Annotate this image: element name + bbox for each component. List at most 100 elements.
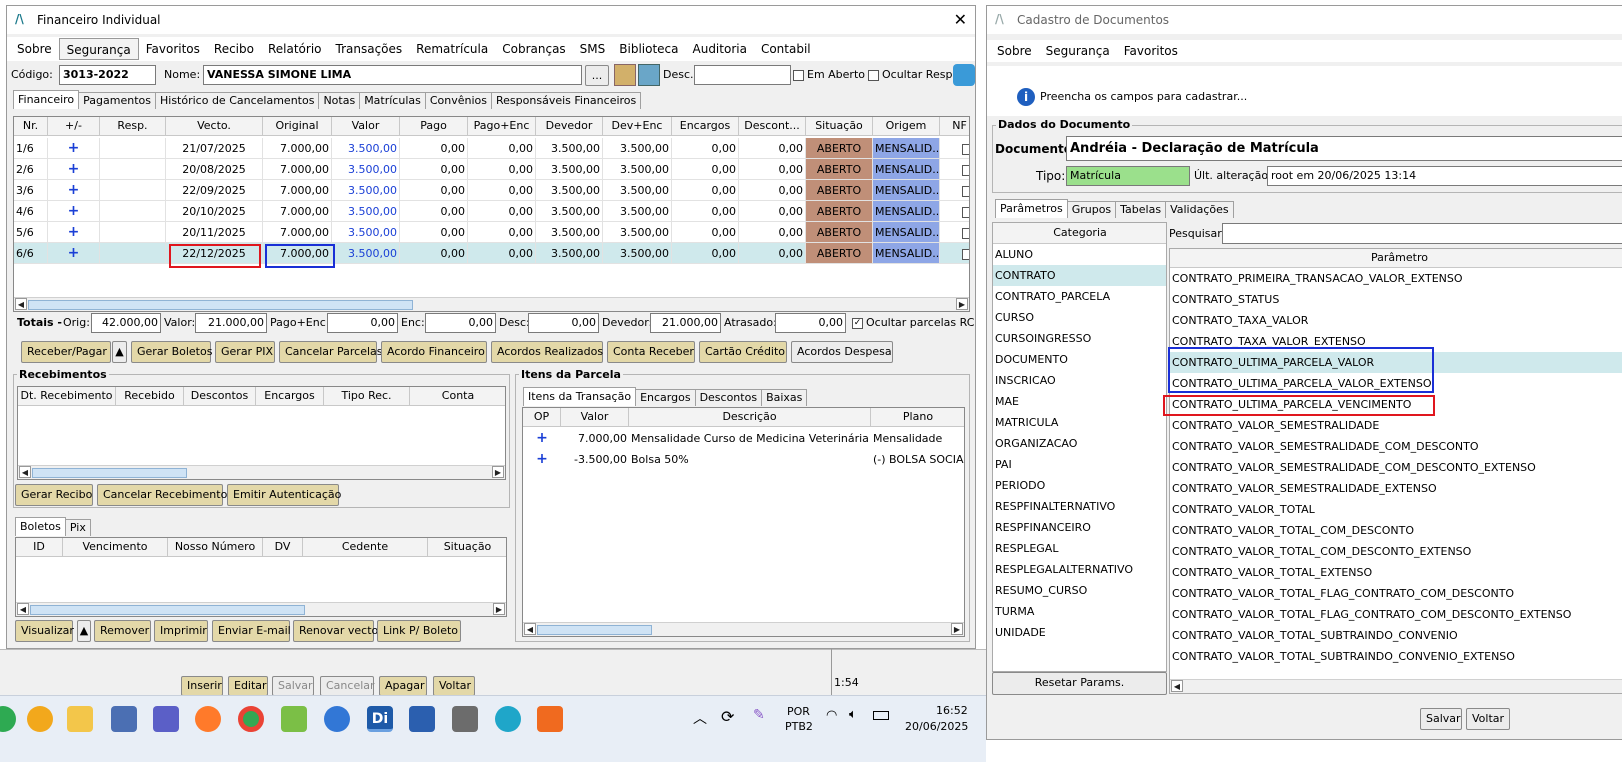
expand-plus-icon[interactable]: +	[48, 201, 100, 222]
grid-cell-pago[interactable]: 0,00	[400, 180, 468, 201]
grid-cell-origem[interactable]: MENSALID...	[873, 243, 940, 264]
parametro-item[interactable]: CONTRATO_VALOR_SEMESTRALIDADE_EXTENSO	[1170, 478, 1622, 499]
grid-cell-encargos[interactable]: 0,00	[672, 138, 739, 159]
grid-cell-pagoenc[interactable]: 0,00	[468, 180, 536, 201]
categoria-item[interactable]: RESPLEGALALTERNATIVO	[993, 559, 1166, 580]
salvar-button[interactable]: Salvar	[1420, 708, 1462, 730]
nf-checkbox[interactable]	[940, 222, 969, 243]
grid-cell-encargos[interactable]: 0,00	[672, 201, 739, 222]
grid-cell-devedor[interactable]: 3.500,00	[536, 180, 603, 201]
word-icon[interactable]	[409, 706, 435, 732]
parametro-item[interactable]: CONTRATO_VALOR_SEMESTRALIDADE_COM_DESCON…	[1170, 457, 1622, 478]
grid-cell-desc[interactable]: 0,00	[739, 222, 806, 243]
menu-7[interactable]: Cobranças	[495, 38, 572, 60]
action-button-8[interactable]: Acordos Despesa	[791, 341, 893, 363]
expand-plus-icon[interactable]: +	[48, 222, 100, 243]
grid-cell-desc[interactable]: 0,00	[739, 159, 806, 180]
nf-checkbox[interactable]	[940, 201, 969, 222]
clock-date[interactable]: 20/06/2025	[905, 720, 968, 733]
codigo-field[interactable]: 3013-2022	[59, 65, 156, 85]
nf-box[interactable]	[962, 227, 969, 239]
grid-cell-original[interactable]: 7.000,00	[263, 180, 332, 201]
scroll-left-icon[interactable]: ◀	[17, 603, 29, 615]
grid-cell-situacao[interactable]: ABERTO	[806, 159, 873, 180]
scroll-thumb[interactable]	[28, 300, 413, 310]
firefox-icon[interactable]	[195, 706, 221, 732]
parametro-item[interactable]: CONTRATO_VALOR_TOTAL_FLAG_CONTRATO_COM_D…	[1170, 604, 1622, 625]
edge-icon[interactable]	[495, 706, 521, 732]
tab-rtabs-1[interactable]: Grupos	[1066, 201, 1117, 218]
parametro-item[interactable]: CONTRATO_VALOR_TOTAL_COM_DESCONTO_EXTENS…	[1170, 541, 1622, 562]
parametro-item[interactable]: CONTRATO_VALOR_TOTAL	[1170, 499, 1622, 520]
item-plus-icon[interactable]: +	[523, 449, 561, 470]
notepad-icon[interactable]	[281, 706, 307, 732]
grid-cell-nr[interactable]: 5/6	[14, 222, 48, 243]
itensGrid-scrollbar[interactable]: ◀ ▶	[523, 622, 964, 636]
grid-cell-devedor[interactable]: 3.500,00	[536, 138, 603, 159]
receber-dropdown-icon[interactable]: ▲	[112, 341, 127, 363]
grid-cell-valor[interactable]: 3.500,00	[332, 222, 400, 243]
documento-field[interactable]: Andréia - Declaração de Matrícula	[1066, 136, 1622, 161]
parametro-item[interactable]: CONTRATO_VALOR_TOTAL_FLAG_CONTRATO_COM_D…	[1170, 583, 1622, 604]
action-button-2[interactable]: Gerar PIX	[215, 341, 275, 363]
action-button-6[interactable]: Conta Receber	[607, 341, 695, 363]
scroll-left-icon[interactable]: ◀	[19, 466, 31, 478]
grid-cell-devenc[interactable]: 3.500,00	[603, 201, 672, 222]
ocultar-resp-box[interactable]	[868, 69, 879, 81]
nf-box[interactable]	[962, 185, 969, 197]
background-button-4[interactable]: Apagar	[379, 676, 427, 696]
scroll-left-icon[interactable]: ◀	[1171, 680, 1183, 692]
grid-cell-encargos[interactable]: 0,00	[672, 222, 739, 243]
nf-checkbox[interactable]	[940, 180, 969, 201]
bolGrid-scrollbar[interactable]: ◀ ▶	[16, 602, 506, 616]
categoria-item[interactable]: TURMA	[993, 601, 1166, 622]
language-primary[interactable]: POR	[787, 705, 810, 718]
categoria-item[interactable]: RESPFINANCEIRO	[993, 517, 1166, 538]
clock-time[interactable]: 16:52	[936, 704, 968, 717]
menu-1[interactable]: Segurança	[58, 38, 139, 60]
grid-cell-situacao[interactable]: ABERTO	[806, 138, 873, 159]
grid-cell-valor[interactable]: 3.500,00	[332, 243, 400, 264]
grid-cell-devenc[interactable]: 3.500,00	[603, 138, 672, 159]
grid-cell-pago[interactable]: 0,00	[400, 159, 468, 180]
boletos-button-1[interactable]: Remover	[94, 620, 151, 642]
action-button-0[interactable]: Receber/Pagar	[21, 341, 111, 363]
grid-cell-vecto[interactable]: 21/07/2025	[166, 138, 263, 159]
grid-cell-encargos[interactable]: 0,00	[672, 243, 739, 264]
menu-2[interactable]: Favoritos	[139, 38, 207, 60]
grid-cell-desc[interactable]: 0,00	[739, 138, 806, 159]
grid-cell-nr[interactable]: 6/6	[14, 243, 48, 264]
tab-itensTabs-3[interactable]: Baixas	[761, 389, 808, 406]
parametro-item[interactable]: CONTRATO_PRIMEIRA_TRANSACAO_VALOR_EXTENS…	[1170, 268, 1622, 289]
file-explorer-icon[interactable]	[67, 706, 93, 732]
grid-cell-encargos[interactable]: 0,00	[672, 159, 739, 180]
grid-cell-devedor[interactable]: 3.500,00	[536, 159, 603, 180]
scroll-left-icon[interactable]: ◀	[15, 298, 27, 310]
boletos-button-4[interactable]: Renovar vecto	[293, 620, 378, 642]
calculator-icon[interactable]	[452, 706, 478, 732]
tab-ltabs-0[interactable]: Financeiro	[13, 90, 80, 109]
weather-icon[interactable]	[27, 706, 53, 732]
action-button-5[interactable]: Acordos Realizados	[491, 341, 603, 363]
grid-cell-pagoenc[interactable]: 0,00	[468, 138, 536, 159]
grid-cell-desc[interactable]: 0,00	[739, 243, 806, 264]
categoria-item[interactable]: UNIDADE	[993, 622, 1166, 643]
categoria-item[interactable]: CURSO	[993, 307, 1166, 328]
student-photo-icon[interactable]	[614, 64, 636, 86]
ocultar-parcelas-box[interactable]: ✓	[852, 317, 863, 329]
grid-cell-devenc[interactable]: 3.500,00	[603, 159, 672, 180]
categoria-item[interactable]: CONTRATO	[993, 265, 1166, 286]
grid-cell-nr[interactable]: 3/6	[14, 180, 48, 201]
scroll-right-icon[interactable]: ▶	[951, 623, 963, 635]
em-aberto-box[interactable]	[793, 69, 804, 81]
grid-cell-vecto[interactable]: 20/08/2025	[166, 159, 263, 180]
grid-cell-situacao[interactable]: ABERTO	[806, 180, 873, 201]
grid-cell-origem[interactable]: MENSALID...	[873, 159, 940, 180]
grid-cell-pagoenc[interactable]: 0,00	[468, 222, 536, 243]
grid-cell-pago[interactable]: 0,00	[400, 243, 468, 264]
action-button-3[interactable]: Cancelar Parcelas	[279, 341, 383, 363]
parametro-item[interactable]: CONTRATO_VALOR_TOTAL_EXTENSO	[1170, 562, 1622, 583]
refresh-icon[interactable]	[953, 64, 975, 86]
scroll-right-icon[interactable]: ▶	[493, 603, 505, 615]
expand-plus-icon[interactable]: +	[48, 138, 100, 159]
